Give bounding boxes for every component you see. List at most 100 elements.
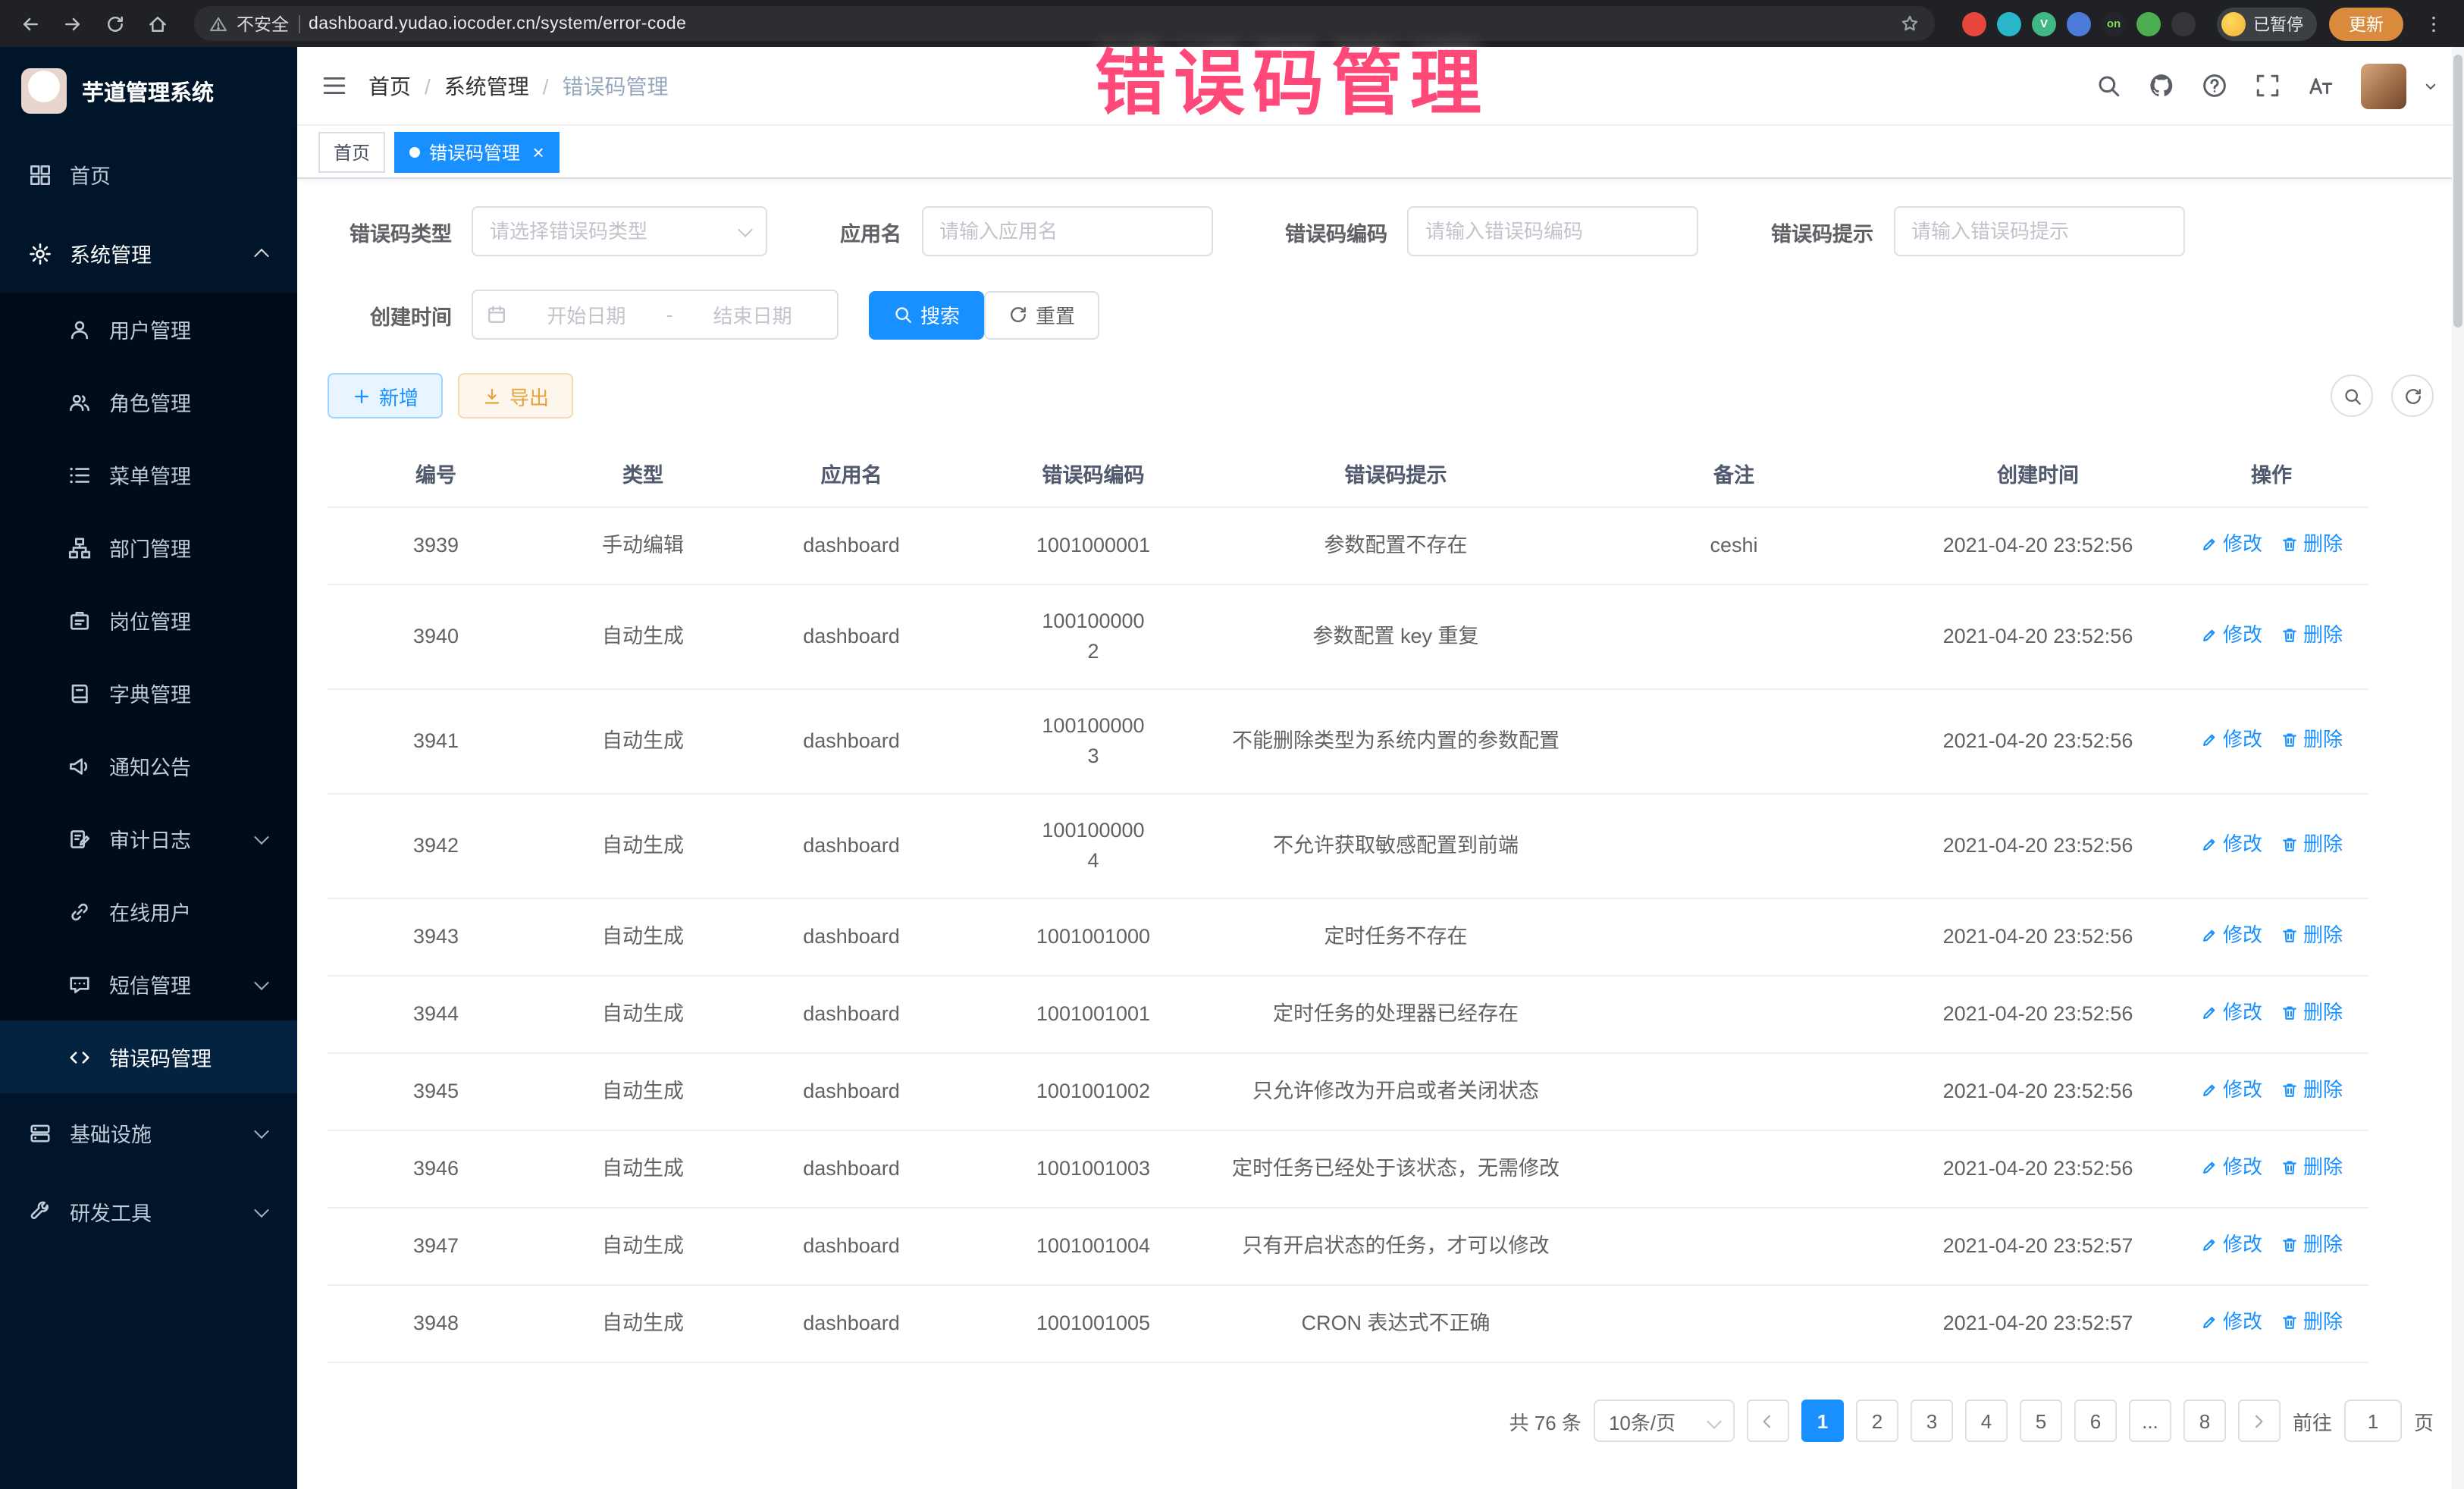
- edit-link[interactable]: 修改: [2200, 1152, 2262, 1183]
- ext-recorder-icon[interactable]: [1962, 11, 1986, 36]
- sidebar-item-短信管理[interactable]: 短信管理: [0, 948, 297, 1020]
- cell-actions: 修改删除: [2174, 1208, 2368, 1285]
- search-button[interactable]: 搜索: [869, 290, 984, 339]
- page-6-button[interactable]: 6: [2074, 1400, 2117, 1442]
- error-hint-input[interactable]: [1893, 206, 2184, 256]
- delete-link[interactable]: 删除: [2281, 920, 2343, 951]
- edit-icon: [2200, 535, 2218, 553]
- goto-page-input[interactable]: [2344, 1400, 2402, 1442]
- sidebar-item-审计日志[interactable]: 审计日志: [0, 802, 297, 875]
- page-8-button[interactable]: 8: [2183, 1400, 2226, 1442]
- ext-color-picker-icon[interactable]: [1997, 11, 2021, 36]
- add-button[interactable]: 新增: [328, 373, 443, 418]
- edit-link[interactable]: 修改: [2200, 529, 2262, 560]
- delete-link[interactable]: 删除: [2281, 998, 2343, 1028]
- column-header-操作: 操作: [2174, 440, 2368, 507]
- sidebar-item-在线用户[interactable]: 在线用户: [0, 875, 297, 948]
- browser-home-button[interactable]: [140, 5, 176, 42]
- ext-plugin-icon[interactable]: [2171, 11, 2196, 36]
- ext-grid-icon[interactable]: [2067, 11, 2091, 36]
- profile-chip[interactable]: 已暂停: [2217, 7, 2317, 40]
- delete-link[interactable]: 删除: [2281, 1075, 2343, 1105]
- close-icon[interactable]: ×: [532, 140, 544, 163]
- browser-update-button[interactable]: 更新: [2329, 7, 2403, 40]
- page-size-select[interactable]: 10条/页: [1594, 1400, 1735, 1442]
- page-more-button[interactable]: ...: [2129, 1400, 2171, 1442]
- date-range-picker[interactable]: 开始日期 - 结束日期: [472, 290, 839, 340]
- sidebar-item-研发工具[interactable]: 研发工具: [0, 1172, 297, 1251]
- page-3-button[interactable]: 3: [1911, 1400, 1953, 1442]
- user-avatar[interactable]: [2361, 63, 2406, 108]
- sidebar-item-首页[interactable]: 首页: [0, 135, 297, 214]
- sidebar-toggle-icon[interactable]: [321, 73, 347, 99]
- font-size-icon[interactable]: [2308, 73, 2334, 99]
- bookmark-star-icon[interactable]: [1900, 14, 1920, 33]
- sidebar-item-部门管理[interactable]: 部门管理: [0, 511, 297, 584]
- page-5-button[interactable]: 5: [2020, 1400, 2062, 1442]
- next-page-button[interactable]: [2238, 1400, 2281, 1442]
- logo[interactable]: 芋道管理系统: [0, 47, 297, 135]
- github-icon[interactable]: [2149, 73, 2174, 99]
- error-code-input[interactable]: [1407, 206, 1698, 256]
- breadcrumb-item: 错误码管理: [563, 71, 669, 101]
- error-type-input[interactable]: [472, 206, 767, 256]
- browser-forward-button[interactable]: [55, 5, 91, 42]
- sidebar-item-菜单管理[interactable]: 菜单管理: [0, 438, 297, 511]
- browser-back-button[interactable]: [12, 5, 49, 42]
- edit-icon: [2200, 1236, 2218, 1254]
- scrollbar-thumb[interactable]: [2453, 55, 2462, 328]
- toggle-search-button[interactable]: [2331, 375, 2373, 417]
- reset-button[interactable]: 重置: [984, 290, 1099, 339]
- edit-link[interactable]: 修改: [2200, 998, 2262, 1028]
- tab-首页[interactable]: 首页: [318, 131, 385, 172]
- page-2-button[interactable]: 2: [1856, 1400, 1898, 1442]
- browser-reload-button[interactable]: [97, 5, 133, 42]
- edit-link[interactable]: 修改: [2200, 1307, 2262, 1337]
- tab-错误码管理[interactable]: 错误码管理 ×: [394, 131, 559, 172]
- cell-type: 自动生成: [544, 976, 741, 1053]
- edit-link[interactable]: 修改: [2200, 1230, 2262, 1260]
- tab-label: 错误码管理: [429, 139, 520, 165]
- ext-vue-devtools-icon[interactable]: V: [2032, 11, 2056, 36]
- sidebar-item-系统管理[interactable]: 系统管理: [0, 214, 297, 293]
- sidebar-item-用户管理[interactable]: 用户管理: [0, 293, 297, 365]
- delete-link[interactable]: 删除: [2281, 529, 2343, 560]
- delete-link[interactable]: 删除: [2281, 1230, 2343, 1260]
- sidebar-item-通知公告[interactable]: 通知公告: [0, 729, 297, 802]
- browser-menu-button[interactable]: [2415, 5, 2452, 42]
- sidebar-item-岗位管理[interactable]: 岗位管理: [0, 584, 297, 657]
- ext-proxy-icon[interactable]: on: [2102, 11, 2126, 36]
- delete-link[interactable]: 删除: [2281, 829, 2343, 860]
- page-1-button[interactable]: 1: [1801, 1400, 1844, 1442]
- refresh-table-button[interactable]: [2391, 375, 2434, 417]
- help-icon[interactable]: [2202, 73, 2227, 99]
- avatar-caret-icon[interactable]: [2422, 77, 2440, 95]
- address-bar[interactable]: 不安全 dashboard.yudao.iocoder.cn/system/er…: [194, 6, 1935, 41]
- header-search-icon[interactable]: [2096, 73, 2121, 99]
- edit-link[interactable]: 修改: [2200, 920, 2262, 951]
- page-4-button[interactable]: 4: [1965, 1400, 2008, 1442]
- delete-link[interactable]: 删除: [2281, 1307, 2343, 1337]
- delete-link[interactable]: 删除: [2281, 1152, 2343, 1183]
- breadcrumb-item[interactable]: 首页: [368, 71, 411, 101]
- edit-link[interactable]: 修改: [2200, 620, 2262, 650]
- table-header-row: 编号类型应用名错误码编码错误码提示备注创建时间操作: [328, 440, 2368, 507]
- sidebar-item-角色管理[interactable]: 角色管理: [0, 365, 297, 438]
- prev-page-button[interactable]: [1747, 1400, 1789, 1442]
- app-name-input[interactable]: [921, 206, 1212, 256]
- error-type-select[interactable]: [472, 206, 767, 256]
- edit-link[interactable]: 修改: [2200, 829, 2262, 860]
- sidebar-item-错误码管理[interactable]: 错误码管理: [0, 1020, 297, 1093]
- export-button[interactable]: 导出: [458, 373, 573, 418]
- ext-green-icon[interactable]: [2136, 11, 2161, 36]
- delete-link[interactable]: 删除: [2281, 725, 2343, 755]
- delete-link[interactable]: 删除: [2281, 620, 2343, 650]
- edit-link[interactable]: 修改: [2200, 1075, 2262, 1105]
- fullscreen-icon[interactable]: [2255, 73, 2281, 99]
- sidebar-item-字典管理[interactable]: 字典管理: [0, 657, 297, 729]
- scrollbar[interactable]: [2452, 47, 2464, 1489]
- edit-link[interactable]: 修改: [2200, 725, 2262, 755]
- cell-time: 2021-04-20 23:52:56: [1901, 585, 2174, 689]
- breadcrumb-item[interactable]: 系统管理: [444, 71, 529, 101]
- sidebar-item-基础设施[interactable]: 基础设施: [0, 1093, 297, 1172]
